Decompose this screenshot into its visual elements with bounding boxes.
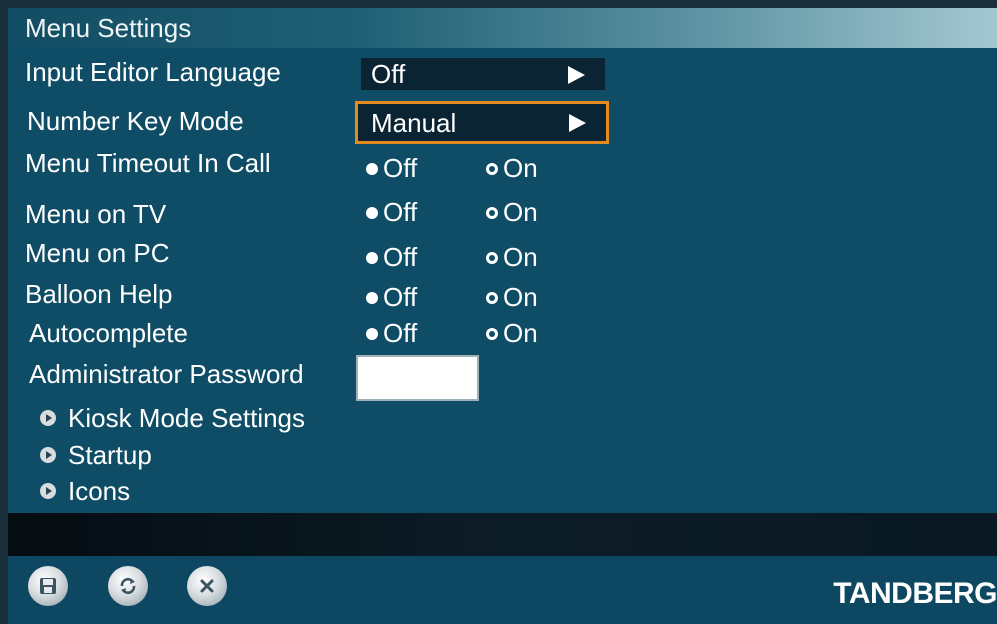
menu-settings-screen: Menu Settings Input Editor Language Off … bbox=[0, 0, 997, 624]
radio-checked-icon bbox=[486, 207, 498, 219]
submenu-arrow-icon bbox=[40, 483, 56, 499]
refresh-icon bbox=[120, 577, 136, 595]
menu-on-tv-label: Menu on TV bbox=[25, 199, 167, 229]
menu-timeout-label: Menu Timeout In Call bbox=[25, 148, 271, 178]
autocomplete-label: Autocomplete bbox=[29, 318, 188, 348]
radio-checked-icon bbox=[486, 292, 498, 304]
number-key-mode-value: Manual bbox=[371, 108, 457, 138]
radio-unchecked-icon bbox=[366, 207, 378, 219]
save-button[interactable] bbox=[28, 566, 68, 606]
radio-checked-icon bbox=[486, 252, 498, 264]
input-editor-language-value: Off bbox=[371, 59, 406, 89]
radio-checked-icon bbox=[486, 328, 498, 340]
administrator-password-label: Administrator Password bbox=[29, 359, 304, 389]
status-bar bbox=[8, 513, 997, 556]
dropdown-arrow-icon bbox=[569, 114, 586, 132]
menu-on-pc-label: Menu on PC bbox=[25, 238, 170, 268]
close-icon bbox=[200, 579, 214, 593]
submenu-arrow-icon bbox=[40, 410, 56, 426]
number-key-mode-dropdown[interactable]: Manual bbox=[355, 101, 609, 144]
administrator-password-field[interactable] bbox=[356, 355, 479, 401]
radio-checked-icon bbox=[486, 163, 498, 175]
save-icon bbox=[40, 578, 56, 594]
tandberg-logo: TANDBERG bbox=[833, 577, 997, 610]
radio-unchecked-icon bbox=[366, 252, 378, 264]
radio-unchecked-icon bbox=[366, 163, 378, 175]
radio-unchecked-icon bbox=[366, 328, 378, 340]
page-title: Menu Settings bbox=[25, 13, 192, 43]
radio-unchecked-icon bbox=[366, 292, 378, 304]
input-editor-language-label: Input Editor Language bbox=[25, 57, 281, 87]
number-key-mode-label: Number Key Mode bbox=[27, 106, 244, 136]
input-editor-language-dropdown[interactable]: Off bbox=[361, 58, 605, 90]
cancel-button[interactable] bbox=[187, 566, 227, 606]
submenu-arrow-icon bbox=[40, 447, 56, 463]
refresh-button[interactable] bbox=[108, 566, 148, 606]
balloon-help-label: Balloon Help bbox=[25, 279, 173, 309]
dropdown-arrow-icon bbox=[568, 66, 585, 84]
